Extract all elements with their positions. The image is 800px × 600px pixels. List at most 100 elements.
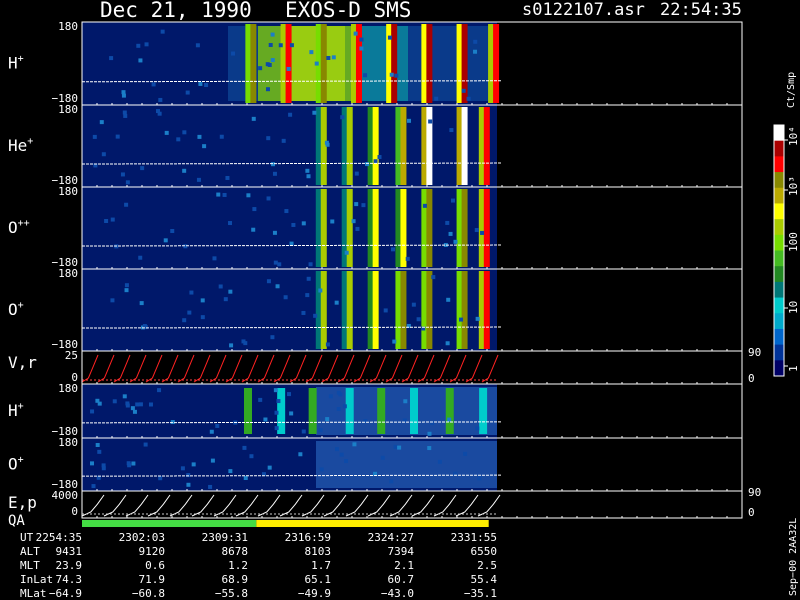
- band-o-pp: [346, 189, 353, 267]
- noise-pixel: [276, 399, 281, 404]
- noise-pixel: [365, 162, 370, 167]
- header-time: 22:54:35: [660, 0, 742, 20]
- noise-pixel: [125, 180, 130, 185]
- footer-code: Sep−00 2AA32L: [788, 518, 799, 596]
- noise-pixel: [92, 134, 97, 139]
- noise-pixel: [393, 444, 398, 449]
- colorbar-swatch: [774, 125, 784, 142]
- noise-pixel: [473, 49, 478, 54]
- noise-pixel: [355, 226, 360, 231]
- colorbar-swatch: [774, 266, 784, 283]
- noise-pixel: [139, 301, 144, 306]
- noise-pixel: [318, 428, 323, 433]
- noise-pixel: [270, 58, 275, 63]
- ephemeris-value: 2.1: [394, 559, 414, 572]
- noise-pixel: [124, 288, 129, 293]
- noise-pixel: [182, 168, 187, 173]
- band-o-plus: [400, 271, 407, 349]
- noise-pixel: [212, 256, 217, 261]
- noise-pixel: [90, 409, 95, 414]
- noise-pixel: [427, 446, 432, 451]
- y-top-label: 180: [58, 20, 78, 33]
- ephemeris-value: −43.0: [381, 587, 414, 600]
- colorbar-swatch: [774, 297, 784, 314]
- noise-pixel: [200, 315, 205, 320]
- band-h-plus-2: [445, 388, 454, 434]
- noise-pixel: [252, 207, 257, 212]
- noise-pixel: [278, 43, 283, 48]
- right-top-label: 90: [748, 486, 761, 499]
- qa-bar: [82, 520, 489, 527]
- noise-pixel: [339, 452, 344, 457]
- band-o-pp: [400, 189, 407, 267]
- noise-pixel: [122, 394, 127, 399]
- y-top-label: 25: [65, 349, 78, 362]
- band-h-plus-2: [308, 388, 317, 434]
- ephemeris-value: 8103: [305, 545, 332, 558]
- noise-pixel: [208, 484, 213, 489]
- noise-pixel: [215, 423, 220, 428]
- noise-pixel: [223, 297, 228, 302]
- noise-pixel: [110, 217, 115, 222]
- ephemeris-value: 1.7: [311, 559, 331, 572]
- noise-pixel: [301, 429, 306, 434]
- noise-pixel: [475, 426, 480, 431]
- noise-pixel: [198, 81, 203, 86]
- header-date: Dec 21, 1990: [100, 0, 252, 22]
- noise-pixel: [354, 171, 359, 176]
- noise-pixel: [427, 431, 432, 436]
- noise-pixel: [148, 402, 153, 407]
- noise-pixel: [359, 37, 364, 42]
- noise-pixel: [289, 43, 294, 48]
- noise-pixel: [354, 202, 359, 207]
- noise-pixel: [291, 222, 296, 227]
- noise-pixel: [265, 87, 270, 92]
- noise-pixel: [351, 219, 356, 224]
- noise-pixel: [312, 110, 317, 115]
- noise-pixel: [275, 284, 280, 289]
- band-o-plus: [372, 271, 379, 349]
- noise-pixel: [422, 203, 427, 208]
- noise-pixel: [160, 29, 165, 34]
- noise-pixel: [258, 397, 263, 402]
- noise-pixel: [450, 198, 455, 203]
- noise-pixel: [314, 61, 319, 66]
- ephemeris-value: 9120: [139, 545, 166, 558]
- noise-pixel: [407, 118, 412, 123]
- noise-pixel: [251, 227, 256, 232]
- noise-pixel: [463, 451, 468, 456]
- ephemeris-value: 2324:27: [368, 531, 414, 544]
- noise-pixel: [459, 317, 464, 322]
- panel-background: [82, 269, 497, 351]
- noise-pixel: [453, 239, 458, 244]
- noise-pixel: [325, 342, 330, 347]
- noise-pixel: [330, 219, 335, 224]
- noise-pixel: [197, 134, 202, 139]
- noise-pixel: [363, 73, 368, 78]
- ephemeris-value: 74.3: [56, 573, 83, 586]
- band-o-plus: [346, 271, 353, 349]
- band-o-plus: [461, 271, 468, 349]
- band-o-pp: [426, 189, 433, 267]
- noise-pixel: [143, 442, 148, 447]
- colorbar-tick-label: 10³: [787, 176, 800, 196]
- noise-pixel: [344, 459, 349, 464]
- ephemeris-label: UT: [20, 531, 34, 544]
- noise-pixel: [195, 43, 200, 48]
- noise-pixel: [170, 420, 175, 425]
- noise-pixel: [328, 394, 333, 399]
- colorbar-label: Ct/Smp: [786, 72, 797, 108]
- right-bottom-label: 0: [748, 372, 755, 385]
- ephemeris-value: 8678: [222, 545, 249, 558]
- noise-pixel: [164, 130, 169, 135]
- band-o-pp: [483, 189, 490, 267]
- noise-pixel: [99, 120, 104, 125]
- noise-pixel: [229, 343, 234, 348]
- noise-pixel: [309, 50, 314, 55]
- band-he-plus: [461, 107, 468, 185]
- noise-pixel: [397, 445, 402, 450]
- noise-pixel: [389, 479, 394, 484]
- noise-pixel: [325, 142, 330, 147]
- noise-pixel: [283, 295, 288, 300]
- ephemeris-value: 23.9: [56, 559, 83, 572]
